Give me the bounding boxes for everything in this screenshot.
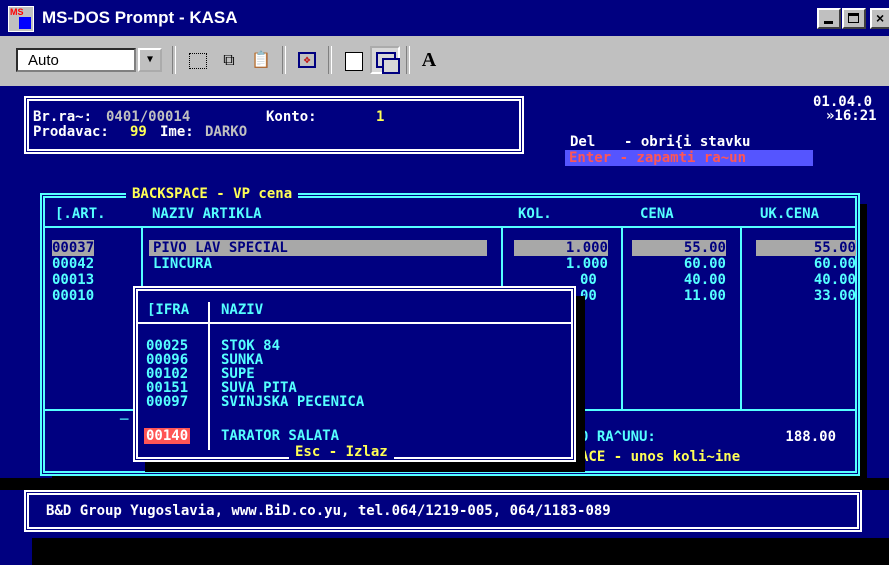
bill-label: Br.ra~: — [33, 109, 93, 125]
total-label: 0 RA^UNU: — [580, 429, 656, 445]
row-3-price[interactable]: 40.00 — [632, 272, 726, 288]
row-2-code[interactable]: 00042 — [52, 256, 94, 272]
konto-label: Konto: — [266, 109, 317, 125]
row-3-total[interactable]: 40.00 — [756, 272, 856, 288]
time-display: »16:21 — [826, 108, 877, 124]
fullscreen-icon[interactable]: ✥ — [292, 46, 322, 74]
seller-name: DARKO — [205, 124, 248, 140]
quantity-hint: ACE - unos koli~ine — [580, 449, 747, 465]
paste-icon[interactable]: 📋 — [246, 46, 276, 74]
col-name-header: NAZIV ARTIKLA — [152, 206, 262, 222]
maximize-button[interactable] — [842, 8, 866, 29]
row-1-code[interactable]: 00037 — [52, 240, 95, 256]
window-title: MS-DOS Prompt - KASA — [42, 8, 238, 27]
minimize-button[interactable] — [817, 8, 841, 29]
font-size-select[interactable]: Auto — [16, 48, 136, 72]
items-table-title: BACKSPACE - VP cena — [126, 186, 299, 202]
properties-icon[interactable] — [338, 46, 368, 74]
del-key-hint: Del — [570, 134, 596, 150]
copy-icon[interactable]: ⧉ — [214, 46, 244, 74]
row-1-name[interactable]: PIVO LAV SPECIAL — [149, 240, 487, 256]
popup-row-6-code[interactable]: 00140 — [144, 428, 191, 444]
mark-icon[interactable] — [182, 46, 212, 74]
name-label: Ime: — [160, 124, 194, 140]
close-button[interactable]: × — [870, 8, 889, 29]
chevron-down-icon[interactable]: ▼ — [138, 48, 162, 72]
title-bar: MS MS-DOS Prompt - KASA × — [0, 0, 889, 36]
total-value: 188.00 — [785, 429, 836, 445]
row-4-price[interactable]: 11.00 — [632, 288, 726, 304]
row-3-code[interactable]: 00013 — [52, 272, 94, 288]
row-4-code[interactable]: 00010 — [52, 288, 94, 304]
col-code-header: [.ART. — [55, 206, 106, 222]
popup-exit-hint: Esc - Izlaz — [289, 444, 394, 460]
msdos-icon[interactable]: MS — [8, 6, 34, 32]
row-2-price[interactable]: 60.00 — [632, 256, 726, 272]
row-2-qty[interactable]: 1.000 — [514, 256, 608, 272]
popup-col-code: [IFRA — [147, 302, 190, 318]
scroll-marker: ─ — [120, 412, 129, 428]
col-qty-header: KOL. — [518, 206, 552, 222]
col-total-header: UK.CENA — [760, 206, 820, 222]
enter-hint-bar: Enter - zapamti ra~un — [565, 150, 813, 166]
popup-col-name: NAZIV — [221, 302, 264, 318]
toolbar: Auto ▼ ⧉ 📋 ✥ A — [0, 36, 889, 86]
row-1-price[interactable]: 55.00 — [632, 240, 726, 256]
article-picker-popup[interactable] — [133, 286, 576, 462]
row-2-name[interactable]: LINCURA — [153, 256, 212, 272]
row-3-qty[interactable]: 00 — [580, 272, 597, 288]
popup-row-5-code[interactable]: 00097 — [146, 394, 188, 410]
seller-id: 99 — [130, 124, 147, 140]
background-icon[interactable] — [370, 46, 400, 74]
font-icon[interactable]: A — [414, 46, 444, 74]
row-1-total[interactable]: 55.00 — [756, 240, 856, 256]
status-bar-text: B&D Group Yugoslavia, www.BiD.co.yu, tel… — [46, 503, 611, 519]
icon-label: MS — [10, 7, 24, 17]
col-price-header: CENA — [640, 206, 674, 222]
row-4-total[interactable]: 33.00 — [756, 288, 856, 304]
row-1-qty[interactable]: 1.000 — [514, 240, 608, 256]
del-hint-text: - obri{i stavku — [624, 134, 751, 150]
row-2-total[interactable]: 60.00 — [756, 256, 856, 272]
dos-console[interactable]: Br.ra~: 0401/00014 Konto: 1 Prodavac: 99… — [0, 86, 889, 565]
seller-label: Prodavac: — [33, 124, 109, 140]
popup-row-5-name[interactable]: SVINJSKA PECENICA — [221, 394, 364, 410]
bill-number: 0401/00014 — [106, 109, 191, 125]
konto-value: 1 — [376, 109, 385, 125]
popup-row-6-name[interactable]: TARATOR SALATA — [221, 428, 339, 444]
